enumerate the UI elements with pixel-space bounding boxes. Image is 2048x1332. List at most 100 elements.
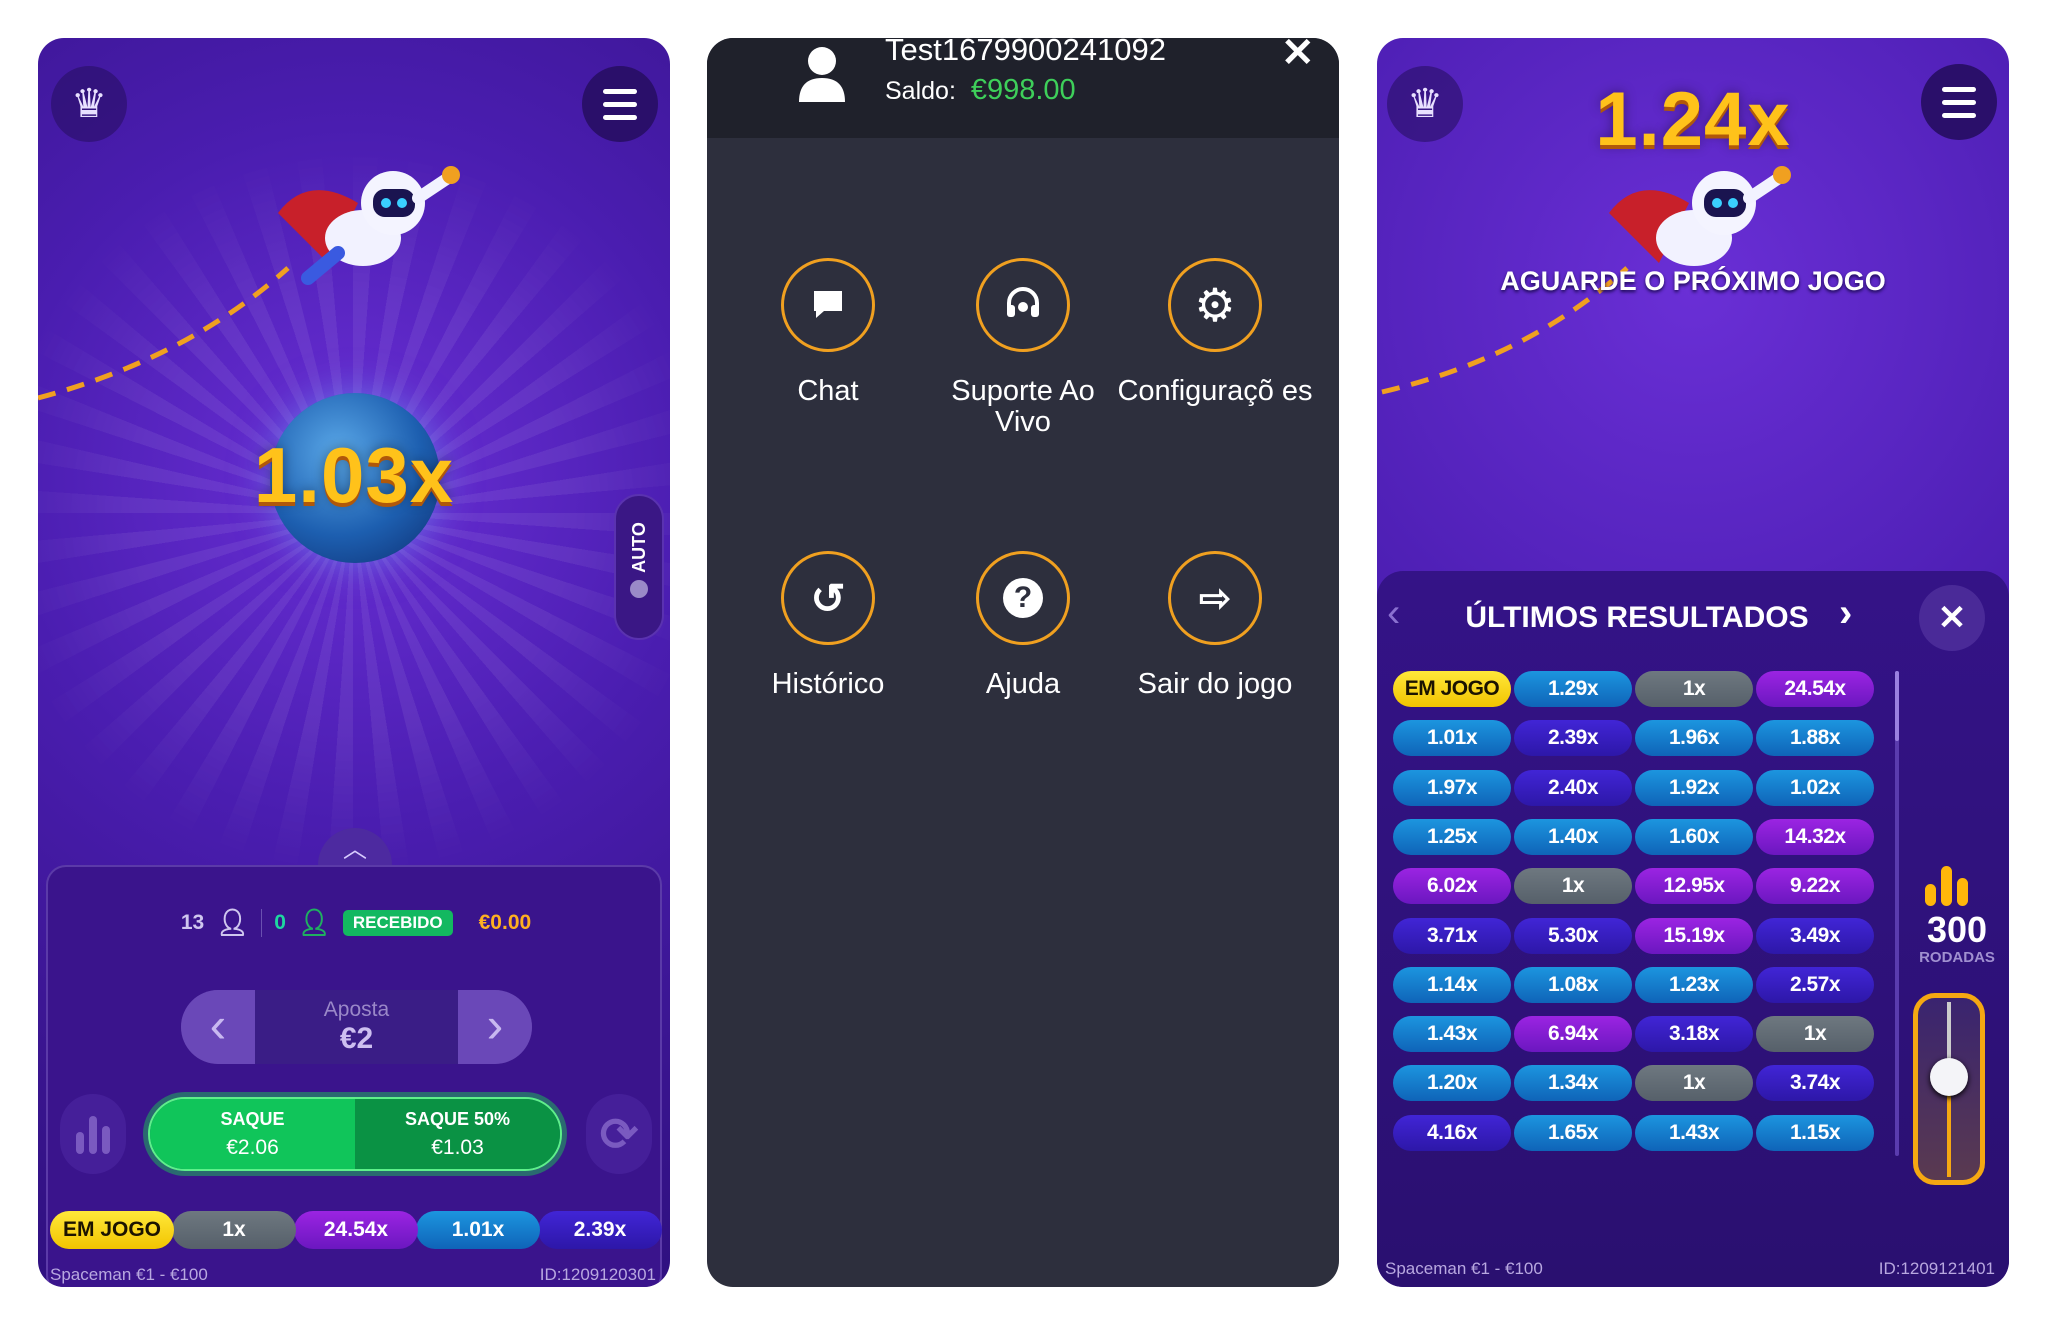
game-limits: Spaceman €1 - €100 [1385,1259,1543,1278]
result-cell: 3.71x [1393,917,1511,954]
bet-panel: 13 👤︎ 0 👤︎ RECEBIDO €0.00 ‹ Aposta €2 › … [46,865,662,1287]
result-cell: 1x [1635,1065,1753,1102]
result-cell: 1.97x [1393,769,1511,806]
result-cell: 1.92x [1635,769,1753,806]
last-multiplier: 1.24x [1595,77,1791,162]
result-cell: 1.43x [1635,1114,1753,1151]
bet-value: €2 [339,1022,374,1055]
balance-label: Saldo: [885,77,956,105]
cashout-value: €2.06 [226,1136,279,1159]
slider-knob[interactable] [1930,1058,1968,1096]
gear-icon: ⚙ [1168,258,1262,352]
history-strip[interactable]: EM JOGO 1x 24.54x 1.01x 2.39x [50,1211,662,1249]
menu-item-headset[interactable]: Suporte Ao Vivo [923,258,1123,438]
result-cell: 1.23x [1635,966,1753,1003]
refresh-icon: ⟳ [599,1108,639,1160]
crown-icon: ♛ [1407,82,1443,126]
result-cell: 3.18x [1635,1016,1753,1053]
result-cell: 6.94x [1514,1016,1632,1053]
result-cell: 1.60x [1635,818,1753,855]
result-cell: 3.49x [1756,917,1874,954]
cashout-half-button[interactable]: SAQUE 50% €1.03 [355,1099,560,1169]
prev-page-chevron-left-icon[interactable]: ‹ [1387,591,1400,636]
result-cell: 2.39x [1514,720,1632,757]
close-menu-button[interactable]: ✕ [1281,38,1315,76]
result-cell: 1.08x [1514,966,1632,1003]
history-chip: 24.54x [294,1211,418,1249]
headset-icon [976,258,1070,352]
rounds-label: RODADAS [1919,949,1995,966]
cashout-half-label: SAQUE 50% [404,1109,511,1129]
result-cell: 14.32x [1756,818,1874,855]
history-icon: ↺ [781,551,875,645]
history-chip: 1x [172,1211,296,1249]
crown-icon: ♛ [71,82,107,126]
auto-toggle[interactable]: AUTO [614,494,664,640]
menu-item-label: Chat [797,375,859,407]
game-limits: Spaceman €1 - €100 [50,1265,208,1284]
game-menu: Test1679900241092 Saldo: €998.00 ✕ Chat S… [707,38,1339,1287]
exit-icon: ⇨ [1168,551,1262,645]
result-cell: 9.22x [1756,868,1874,905]
result-cell: 3.74x [1756,1065,1874,1102]
result-cell: 1.43x [1393,1016,1511,1053]
history-chip: 1.01x [416,1211,540,1249]
close-icon: ✕ [1937,599,1967,637]
next-page-chevron-right-icon[interactable]: › [1839,591,1852,636]
result-cell: 1x [1514,868,1632,905]
results-grid: EM JOGO 1.29x 1x 24.54x 1.01x 2.39x 1.96x 1.88x… [1377,671,1882,1156]
help-icon: ? [976,551,1070,645]
close-results-button[interactable]: ✕ [1919,585,1985,651]
history-chip: EM JOGO [50,1211,174,1249]
close-icon: ✕ [1281,38,1315,75]
menu-item-history[interactable]: ↺ Histórico [728,551,928,700]
crown-button[interactable]: ♛ [1387,66,1463,142]
result-cell: 1.96x [1635,720,1753,757]
result-cell: 1.40x [1514,818,1632,855]
result-cell: 1.65x [1514,1114,1632,1151]
menu-item-help[interactable]: ? Ajuda [923,551,1123,700]
result-cell: 12.95x [1635,868,1753,905]
game-panel-results: ♛ 1.24x AGUARDE O PRÓXIMO JOGO ‹ ÚLTIMOS… [1377,38,2009,1287]
players-icon: 👤︎ [216,907,250,937]
menu-item-gear[interactable]: ⚙ Configuraçõ es [1115,258,1315,407]
menu-item-label: Suporte Ao Vivo [951,375,1095,438]
cashed-players-icon: 👤︎ [297,907,331,937]
result-cell: 1.29x [1514,671,1632,707]
bet-label: Aposta [323,998,390,1021]
result-cell: 2.40x [1514,769,1632,806]
received-badge: RECEBIDO [342,909,453,936]
menu-item-exit[interactable]: ⇨ Sair do jogo [1115,551,1315,700]
balance-value: €998.00 [970,74,1076,106]
autoplay-refresh-button[interactable]: ⟳ [586,1094,652,1174]
menu-item-label: Sair do jogo [1137,668,1293,700]
result-cell: 1.15x [1756,1114,1874,1151]
result-cell: 15.19x [1635,917,1753,954]
username: Test1679900241092 [885,38,1166,67]
menu-button[interactable] [582,66,658,142]
crown-button[interactable]: ♛ [51,66,127,142]
user-avatar-icon [799,47,845,102]
result-cell: 1.14x [1393,966,1511,1003]
rounds-slider[interactable] [1913,993,1985,1185]
cashout-button[interactable]: SAQUE €2.06 [150,1099,355,1169]
result-cell: 1.20x [1393,1065,1511,1102]
increase-bet-chevron-right-icon[interactable]: › [458,990,532,1064]
menu-button[interactable] [1921,64,1997,140]
result-cell: 4.16x [1393,1114,1511,1151]
astronaut-icon [278,166,460,285]
account-header: Test1679900241092 Saldo: €998.00 ✕ [707,38,1339,138]
rounds-bar-chart-icon [1925,866,1968,906]
menu-item-chat[interactable]: Chat [728,258,928,407]
cashout-label: SAQUE [220,1109,285,1129]
results-scrollbar[interactable] [1895,671,1899,1156]
received-amount: €0.00 [478,910,532,934]
result-cell: 1.88x [1756,720,1874,757]
cashed-count: 0 [274,910,286,934]
decrease-bet-chevron-left-icon[interactable]: ‹ [181,990,255,1064]
round-id: ID:1209120301 [539,1265,656,1284]
current-multiplier: 1.03x [253,431,455,519]
stats-button[interactable] [60,1094,126,1174]
history-chip: 2.39x [538,1211,662,1249]
menu-item-label: Histórico [771,668,885,700]
